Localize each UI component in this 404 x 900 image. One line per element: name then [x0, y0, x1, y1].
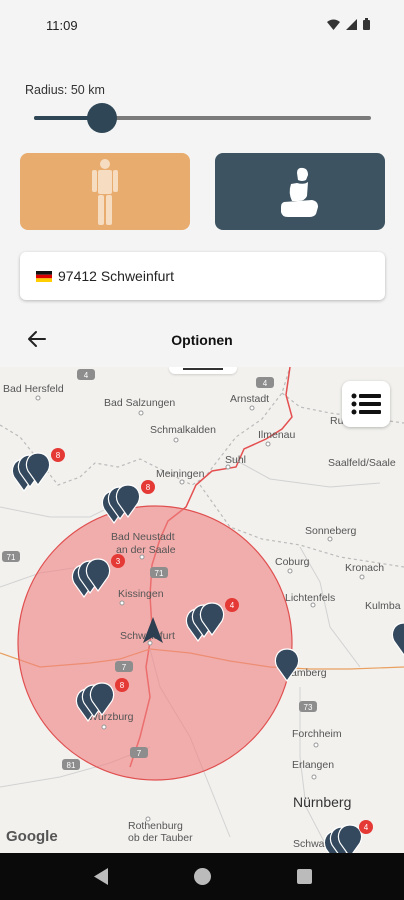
place-label: Bad Hersfeld [3, 383, 64, 395]
place-label: Kissingen [118, 588, 164, 600]
road-badge-4b: 4 [256, 377, 274, 388]
road-badge-4a: 4 [77, 369, 95, 380]
road-number: 71 [155, 569, 164, 578]
person-icon [92, 158, 118, 225]
page-title: Optionen [171, 332, 233, 348]
cell-signal-icon [346, 18, 357, 30]
options-header: Optionen [0, 318, 404, 362]
list-icon [351, 393, 381, 415]
place-label: Saalfeld/Saale [328, 457, 396, 469]
status-time: 11:09 [46, 18, 78, 33]
status-bar: 11:09 [0, 0, 404, 50]
location-card[interactable]: 97412 Schweinfurt [20, 252, 385, 300]
person-mode-button[interactable] [20, 153, 190, 230]
road-badge-7a: 7 [115, 661, 133, 672]
place-label: ob der Tauber [128, 832, 193, 844]
cluster-count: 3 [116, 557, 121, 566]
cluster-count: 4 [230, 601, 235, 610]
place-label: Bad Salzungen [104, 397, 175, 409]
car-seat-mode-button[interactable] [215, 153, 385, 230]
road-badge-7b: 7 [130, 747, 148, 758]
place-label: Schmalkalden [150, 424, 216, 436]
place-label: Ilmenau [258, 429, 296, 441]
list-view-button[interactable] [342, 381, 390, 427]
road-number: 4 [263, 379, 268, 388]
map-cluster-6[interactable]: 4 [323, 820, 373, 853]
radius-slider-thumb[interactable] [87, 103, 117, 133]
map-view[interactable]: 4 4 71 71 7 7 73 81 Bad Hersfeld Bad Sal… [0, 367, 404, 853]
map-marker-edge[interactable] [391, 622, 404, 657]
system-nav-bar [0, 853, 404, 900]
cluster-count: 8 [146, 483, 151, 492]
sheet-drag-handle[interactable] [169, 367, 237, 374]
place-label: Suhl [225, 454, 246, 466]
road-number: 4 [84, 371, 89, 380]
nav-recents-icon[interactable] [297, 869, 312, 884]
car-seat-icon [281, 167, 318, 217]
cluster-count: 8 [56, 451, 61, 460]
place-label: Rothenburg [128, 820, 183, 832]
radius-slider-track[interactable] [34, 116, 371, 120]
place-label: Lichtenfels [285, 592, 335, 604]
place-label: Bad Neustadt [111, 531, 175, 543]
place-label: Erlangen [292, 759, 334, 771]
place-label: Arnstadt [230, 393, 269, 405]
place-label: Kulmba [365, 600, 401, 612]
germany-flag-icon [36, 271, 52, 282]
map-cluster-1[interactable]: 8 [11, 448, 65, 493]
place-label: Forchheim [292, 728, 342, 740]
road-badge-71a: 71 [150, 567, 168, 578]
battery-icon [363, 18, 370, 30]
road-number: 73 [304, 703, 313, 712]
road-number: 81 [67, 761, 76, 770]
road-number: 7 [122, 663, 127, 672]
place-label: Sonneberg [305, 525, 357, 537]
place-label: an der Saale [116, 544, 176, 556]
place-label-city: Nürnberg [293, 794, 351, 810]
cluster-count: 8 [120, 681, 125, 690]
road-badge-73: 73 [299, 701, 317, 712]
place-label: Coburg [275, 556, 310, 568]
location-text: 97412 Schweinfurt [58, 268, 174, 284]
road-grey-5 [0, 506, 111, 518]
road-badge-81: 81 [62, 759, 80, 770]
wifi-icon [327, 19, 340, 30]
nav-home-icon[interactable] [194, 868, 211, 885]
nav-back-icon[interactable] [93, 868, 109, 885]
place-label: Meiningen [156, 468, 205, 480]
status-icons [327, 18, 370, 30]
radius-label: Radius: 50 km [25, 83, 105, 97]
road-number: 71 [7, 553, 16, 562]
cluster-count: 4 [364, 823, 369, 832]
place-label: Kronach [345, 562, 384, 574]
road-badge-71b: 71 [2, 551, 20, 562]
google-attribution: Google [6, 828, 58, 845]
map-canvas: 4 4 71 71 7 7 73 81 Bad Hersfeld Bad Sal… [0, 367, 404, 853]
road-number: 7 [137, 749, 142, 758]
